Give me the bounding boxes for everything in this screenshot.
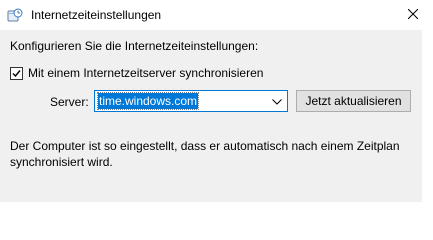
close-icon [407,8,419,22]
title-bar: Internetzeiteinstellungen [0,0,433,30]
intro-text: Konfigurieren Sie die Internetzeiteinste… [10,39,259,53]
dialog-edge [422,30,433,202]
checkmark-icon [12,69,21,77]
sync-checkbox[interactable] [10,66,23,80]
close-button[interactable] [393,0,433,30]
info-text: Der Computer ist so eingestellt, dass er… [10,139,400,169]
dialog-body [0,30,422,202]
clock-globe-icon [7,7,23,23]
chevron-down-icon[interactable] [271,96,283,106]
update-now-button[interactable]: Jetzt aktualisieren [296,90,411,112]
server-input[interactable]: time.windows.com [96,92,200,110]
internet-time-settings-dialog: Internetzeiteinstellungen Konfigurieren … [0,0,433,202]
server-combobox[interactable]: time.windows.com [94,90,288,112]
sync-checkbox-label[interactable]: Mit einem Internetzeitserver synchronisi… [28,65,263,81]
window-title: Internetzeiteinstellungen [31,8,162,22]
server-label: Server: [50,95,89,109]
sync-checkbox-row[interactable]: Mit einem Internetzeitserver synchronisi… [10,65,263,81]
